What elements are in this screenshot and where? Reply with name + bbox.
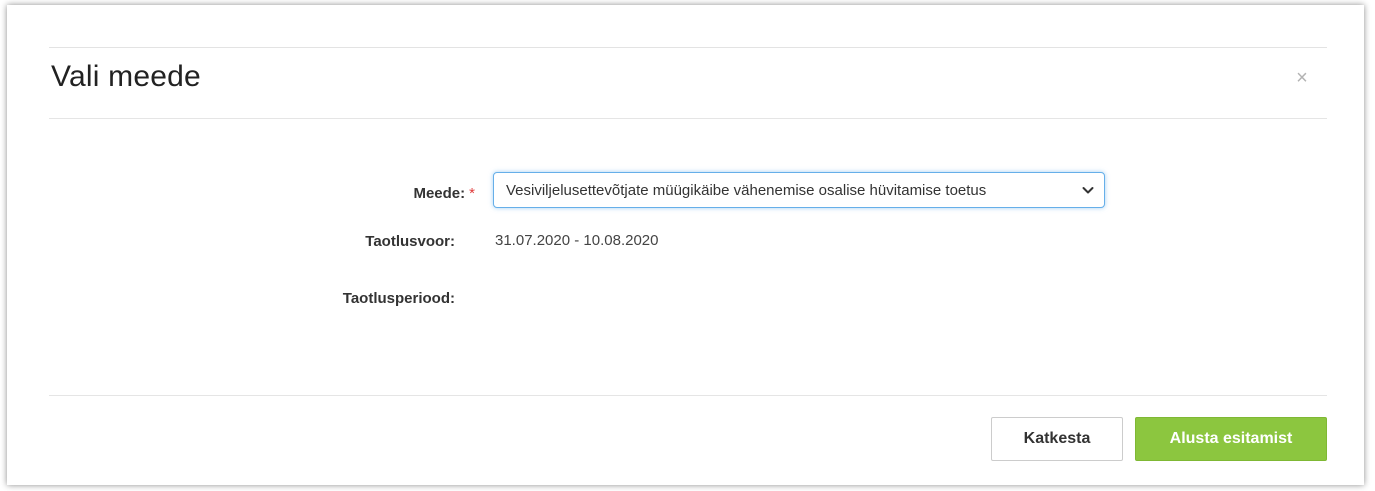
meede-label: Meede: * [413, 185, 475, 202]
top-divider [49, 47, 1327, 48]
chevron-down-icon [1082, 187, 1094, 194]
cancel-button[interactable]: Katkesta [991, 417, 1123, 461]
meede-select[interactable]: Vesiviljelusettevõtjate müügikäibe vähen… [493, 172, 1105, 208]
meede-label-text: Meede: [413, 185, 466, 202]
required-marker: * [469, 185, 475, 202]
modal-dialog: Vali meede × Meede: * Vesiviljelusettevõt… [7, 5, 1364, 485]
close-icon[interactable]: × [1292, 67, 1312, 89]
meede-select-value: Vesiviljelusettevõtjate müügikäibe vähen… [506, 182, 987, 199]
header-divider [49, 118, 1327, 119]
taotlusvoor-label: Taotlusvoor: [365, 233, 455, 250]
taotlusperiood-label: Taotlusperiood: [342, 290, 455, 307]
modal-title: Vali meede [51, 60, 201, 93]
start-submission-button[interactable]: Alusta esitamist [1135, 417, 1327, 461]
taotlusvoor-value: 31.07.2020 - 10.08.2020 [495, 232, 659, 249]
footer-divider [49, 395, 1327, 396]
